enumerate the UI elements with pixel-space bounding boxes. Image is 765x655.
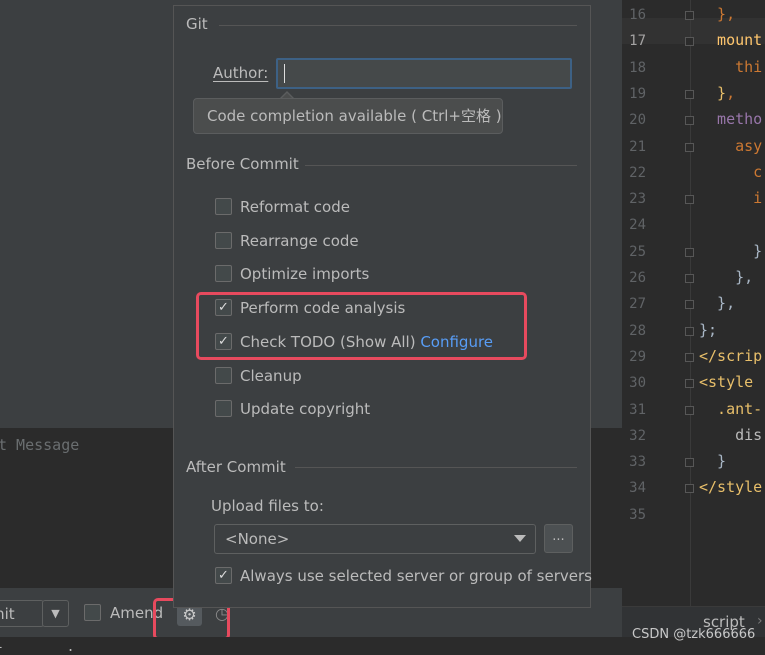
line-number: 35 xyxy=(629,507,646,523)
rearrange-code-label: Rearrange code xyxy=(240,232,359,250)
amend-checkbox[interactable] xyxy=(84,604,101,621)
always-use-server-checkbox[interactable]: ✓ xyxy=(215,567,232,584)
line-number: 19 xyxy=(629,86,646,102)
code-text: }, xyxy=(699,294,736,312)
line-number: 34 xyxy=(629,480,646,496)
line-number: 18 xyxy=(629,60,646,76)
text-caret xyxy=(284,64,285,83)
line-number: 33 xyxy=(629,454,646,470)
line-number: 28 xyxy=(629,323,646,339)
line-number: 24 xyxy=(629,217,646,233)
fold-marker-icon[interactable] xyxy=(685,11,694,20)
watermark: CSDN @tzk666666 xyxy=(632,627,756,642)
browse-servers-button[interactable]: ... xyxy=(544,524,573,553)
line-number: 22 xyxy=(629,165,646,181)
line-number: 31 xyxy=(629,402,646,418)
line-number: 30 xyxy=(629,375,646,391)
code-text: asy xyxy=(699,137,763,155)
code-text: </style xyxy=(699,478,763,496)
code-text: i xyxy=(699,189,763,207)
upload-files-label: Upload files to: xyxy=(211,497,324,515)
always-use-server-label: Always use selected server or group of s… xyxy=(240,567,592,585)
commit-dropdown-button[interactable]: ▼ xyxy=(42,600,69,627)
checkmark-icon: ✓ xyxy=(218,568,229,583)
commit-button[interactable]: mit xyxy=(0,600,44,627)
fold-marker-icon[interactable] xyxy=(685,379,694,388)
line-number: 17 xyxy=(629,33,646,49)
before-commit-title: Before Commit xyxy=(186,155,299,173)
line-number: 26 xyxy=(629,270,646,286)
code-text: c xyxy=(699,163,763,181)
fold-marker-icon[interactable] xyxy=(685,274,694,283)
code-text: </scrip xyxy=(699,347,763,365)
fold-marker-icon[interactable] xyxy=(685,300,694,309)
line-number: 25 xyxy=(629,244,646,260)
code-text: }, xyxy=(699,5,736,23)
fold-marker-icon[interactable] xyxy=(685,458,694,467)
code-text: mount xyxy=(699,31,763,49)
code-text: metho xyxy=(699,110,763,128)
fold-marker-icon[interactable] xyxy=(685,37,694,46)
highlight-annotation-checks xyxy=(196,292,527,360)
rearrange-code-checkbox[interactable] xyxy=(215,232,232,249)
line-number: 16 xyxy=(629,7,646,23)
author-input[interactable] xyxy=(276,58,572,89)
cleanup-label: Cleanup xyxy=(240,367,302,385)
chevron-down-icon: ▼ xyxy=(51,607,60,620)
optimize-imports-label: Optimize imports xyxy=(240,265,370,283)
before-commit-separator xyxy=(305,165,577,166)
fold-marker-icon[interactable] xyxy=(685,406,694,415)
line-number: 23 xyxy=(629,191,646,207)
fold-marker-icon[interactable] xyxy=(685,248,694,257)
git-separator xyxy=(219,25,577,26)
commit-message-placeholder: t Message xyxy=(0,436,80,454)
line-number: 21 xyxy=(629,139,646,155)
upload-server-select[interactable]: <None> xyxy=(214,524,536,554)
cleanup-checkbox[interactable] xyxy=(215,367,232,384)
fold-marker-icon[interactable] xyxy=(685,195,694,204)
chevron-right-icon: › xyxy=(757,613,763,629)
code-text: dis xyxy=(699,426,763,444)
code-text: .ant- xyxy=(699,400,763,418)
fold-marker-icon[interactable] xyxy=(685,484,694,493)
fold-marker-icon[interactable] xyxy=(685,353,694,362)
reformat-code-checkbox[interactable] xyxy=(215,198,232,215)
after-commit-separator xyxy=(295,467,577,468)
status-strip-text: - . xyxy=(0,640,76,655)
line-number: 29 xyxy=(629,349,646,365)
line-number: 20 xyxy=(629,112,646,128)
code-text: } xyxy=(699,84,727,102)
fold-marker-icon[interactable] xyxy=(685,116,694,125)
optimize-imports-checkbox[interactable] xyxy=(215,265,232,282)
chevron-down-icon xyxy=(514,535,526,542)
update-copyright-checkbox[interactable] xyxy=(215,400,232,417)
code-text: <style xyxy=(699,373,763,391)
fold-marker-icon[interactable] xyxy=(685,90,694,99)
fold-marker-icon[interactable] xyxy=(685,327,694,336)
git-section-title: Git xyxy=(186,15,208,33)
fold-marker-icon[interactable] xyxy=(685,143,694,152)
code-text: , xyxy=(726,84,736,102)
commit-button-label: mit xyxy=(0,605,15,623)
code-text: } xyxy=(699,242,763,260)
line-number: 27 xyxy=(629,296,646,312)
line-number: 32 xyxy=(629,428,646,444)
author-label: Author: xyxy=(213,64,269,82)
after-commit-title: After Commit xyxy=(186,458,286,476)
code-text: }, xyxy=(699,268,754,286)
reformat-code-label: Reformat code xyxy=(240,198,350,216)
code-completion-tooltip: Code completion available ( Ctrl+空格 ) xyxy=(193,98,503,134)
code-text: } xyxy=(699,452,727,470)
update-copyright-label: Update copyright xyxy=(240,400,371,418)
code-text: thi xyxy=(699,58,763,76)
code-text: }; xyxy=(699,321,718,339)
